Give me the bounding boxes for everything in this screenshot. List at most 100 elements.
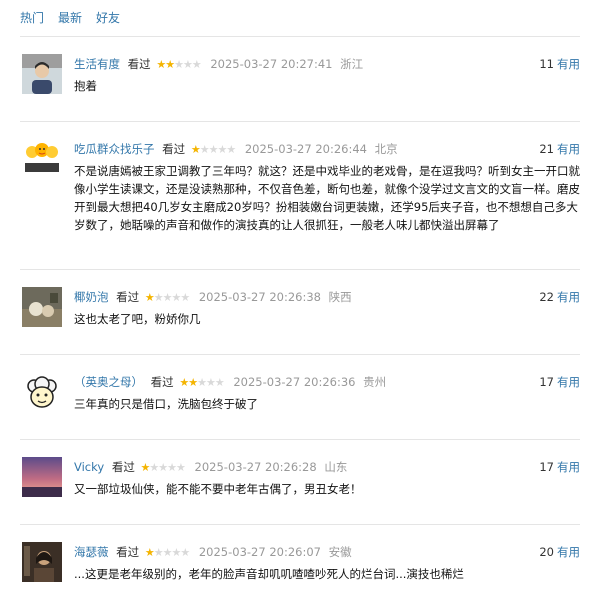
username-link[interactable]: 吃瓜群众找乐子 <box>74 142 155 156</box>
star-icon: ★ <box>149 461 159 474</box>
star-icon: ★ <box>156 58 166 71</box>
star-icon: ★ <box>191 58 202 71</box>
useful-button[interactable]: 有用 <box>557 375 580 389</box>
star-icon: ★ <box>205 376 216 389</box>
star-icon: ★ <box>214 376 225 389</box>
star-icon: ★ <box>171 546 181 559</box>
comment-meta: 海瑟薇 看过 ★★★★★ 2025-03-27 20:26:07 安徽 20 有用 <box>74 542 580 562</box>
comment-time: 2025-03-27 20:26:28 <box>194 460 317 474</box>
watch-status: 看过 <box>116 290 140 304</box>
sunset-avatar[interactable] <box>22 457 62 497</box>
vote-number: 21 <box>539 142 554 156</box>
vote-number: 11 <box>539 57 554 71</box>
comment-item: 海瑟薇 看过 ★★★★★ 2025-03-27 20:26:07 安徽 20 有用… <box>20 524 580 609</box>
vote-number: 17 <box>539 460 554 474</box>
comment-text: 又一部垃圾仙侠，能不能不要中老年古偶了，男丑女老！ <box>74 482 362 496</box>
comment-item: （英奥之母） 看过 ★★★★★ 2025-03-27 20:26:36 贵州 1… <box>20 354 580 439</box>
username-link[interactable]: 海瑟薇 <box>74 545 109 559</box>
comment-text: 抱着 <box>74 79 97 93</box>
star-icon: ★ <box>199 143 210 156</box>
star-icon: ★ <box>190 143 201 156</box>
star-icon: ★ <box>176 461 186 474</box>
vote-count: 17 有用 <box>539 372 580 392</box>
comment-item: 生活有度 看过 ★★★★★ 2025-03-27 20:27:41 浙江 11 有… <box>20 36 580 121</box>
useful-button[interactable]: 有用 <box>557 460 580 474</box>
star-icon: ★ <box>174 58 184 71</box>
star-icon: ★ <box>182 58 193 71</box>
person-photo-avatar[interactable] <box>22 54 62 94</box>
painting-avatar[interactable] <box>22 287 62 327</box>
comment-text: 这也太老了吧，粉娇你几 <box>74 312 201 326</box>
comment-item: Vicky 看过 ★★★★★ 2025-03-27 20:26:28 山东 17… <box>20 439 580 524</box>
star-icon: ★ <box>197 376 207 389</box>
star-icon: ★ <box>144 546 155 559</box>
comment-location: 山东 <box>324 460 348 474</box>
star-icon: ★ <box>188 376 198 389</box>
username-link[interactable]: （英奥之母） <box>74 375 143 389</box>
tab-hot[interactable]: 热门 <box>20 8 44 28</box>
star-icon: ★ <box>217 143 227 156</box>
comment-item: 吃瓜群众找乐子 看过 ★★★★★ 2025-03-27 20:26:44 北京 … <box>20 121 580 269</box>
comment-text: 不是说唐嫣被王家卫调教了三年吗？就这？还是中戏毕业的老戏骨，是在逗我吗？听到女主… <box>74 164 580 232</box>
star-icon: ★ <box>167 461 177 474</box>
comment-meta: （英奥之母） 看过 ★★★★★ 2025-03-27 20:26:36 贵州 1… <box>74 372 580 392</box>
vote-count: 17 有用 <box>539 457 580 477</box>
star-icon: ★ <box>153 546 164 559</box>
star-icon: ★ <box>226 143 236 156</box>
watch-status: 看过 <box>162 142 186 156</box>
comment-location: 安徽 <box>328 545 352 559</box>
comment-text: 三年真的只是借口，洗脑包终于破了 <box>74 397 258 411</box>
comment-time: 2025-03-27 20:26:44 <box>244 142 367 156</box>
comment-time: 2025-03-27 20:26:07 <box>198 545 321 559</box>
dark-photo-avatar[interactable] <box>22 542 62 582</box>
rating-stars: ★★★★★ <box>144 288 190 308</box>
comment-location: 陕西 <box>328 290 352 304</box>
star-icon: ★ <box>165 58 175 71</box>
useful-button[interactable]: 有用 <box>557 545 580 559</box>
comment-time: 2025-03-27 20:26:38 <box>198 290 321 304</box>
rating-stars: ★★★★★ <box>156 55 202 75</box>
emoji-faces-avatar[interactable] <box>22 139 62 179</box>
watch-status: 看过 <box>116 545 140 559</box>
star-icon: ★ <box>144 291 155 304</box>
tab-latest[interactable]: 最新 <box>58 8 82 28</box>
useful-button[interactable]: 有用 <box>557 142 580 156</box>
watch-status: 看过 <box>127 57 151 71</box>
comment-location: 浙江 <box>340 57 364 71</box>
comment-location: 贵州 <box>363 375 387 389</box>
comment-meta: 椰奶泡 看过 ★★★★★ 2025-03-27 20:26:38 陕西 22 有用 <box>74 287 580 307</box>
username-link[interactable]: 椰奶泡 <box>74 290 109 304</box>
vote-number: 22 <box>539 290 554 304</box>
useful-button[interactable]: 有用 <box>557 290 580 304</box>
star-icon: ★ <box>158 461 168 474</box>
comment-list: 生活有度 看过 ★★★★★ 2025-03-27 20:27:41 浙江 11 有… <box>20 36 580 609</box>
comment-item: 椰奶泡 看过 ★★★★★ 2025-03-27 20:26:38 陕西 22 有用… <box>20 269 580 354</box>
comment-meta: 生活有度 看过 ★★★★★ 2025-03-27 20:27:41 浙江 11 有… <box>74 54 580 74</box>
watch-status: 看过 <box>150 375 174 389</box>
star-icon: ★ <box>180 291 190 304</box>
star-icon: ★ <box>171 291 181 304</box>
comment-location: 北京 <box>374 142 398 156</box>
star-icon: ★ <box>179 376 189 389</box>
rating-stars: ★★★★★ <box>144 543 190 563</box>
star-icon: ★ <box>153 291 164 304</box>
tab-friends[interactable]: 好友 <box>96 8 120 28</box>
vote-count: 20 有用 <box>539 542 580 562</box>
comment-time: 2025-03-27 20:26:36 <box>233 375 356 389</box>
username-link[interactable]: 生活有度 <box>74 57 120 71</box>
useful-button[interactable]: 有用 <box>557 57 580 71</box>
comment-meta: 吃瓜群众找乐子 看过 ★★★★★ 2025-03-27 20:26:44 北京 … <box>74 139 580 159</box>
comment-text: ...这更是老年级别的，老年的脸声音却叽叽喳喳吵死人的烂台词...演技也稀烂 <box>74 567 464 581</box>
vote-count: 21 有用 <box>539 139 580 159</box>
username-link[interactable]: Vicky <box>74 460 104 474</box>
rating-stars: ★★★★★ <box>179 373 225 393</box>
comment-tabs: 热门 最新 好友 <box>20 8 120 28</box>
watch-status: 看过 <box>111 460 135 474</box>
sheep-cartoon-avatar[interactable] <box>22 372 62 412</box>
rating-stars: ★★★★★ <box>190 140 236 160</box>
star-icon: ★ <box>180 546 190 559</box>
vote-count: 22 有用 <box>539 287 580 307</box>
comment-meta: Vicky 看过 ★★★★★ 2025-03-27 20:26:28 山东 17… <box>74 457 580 477</box>
vote-count: 11 有用 <box>539 54 580 74</box>
rating-stars: ★★★★★ <box>141 458 186 478</box>
